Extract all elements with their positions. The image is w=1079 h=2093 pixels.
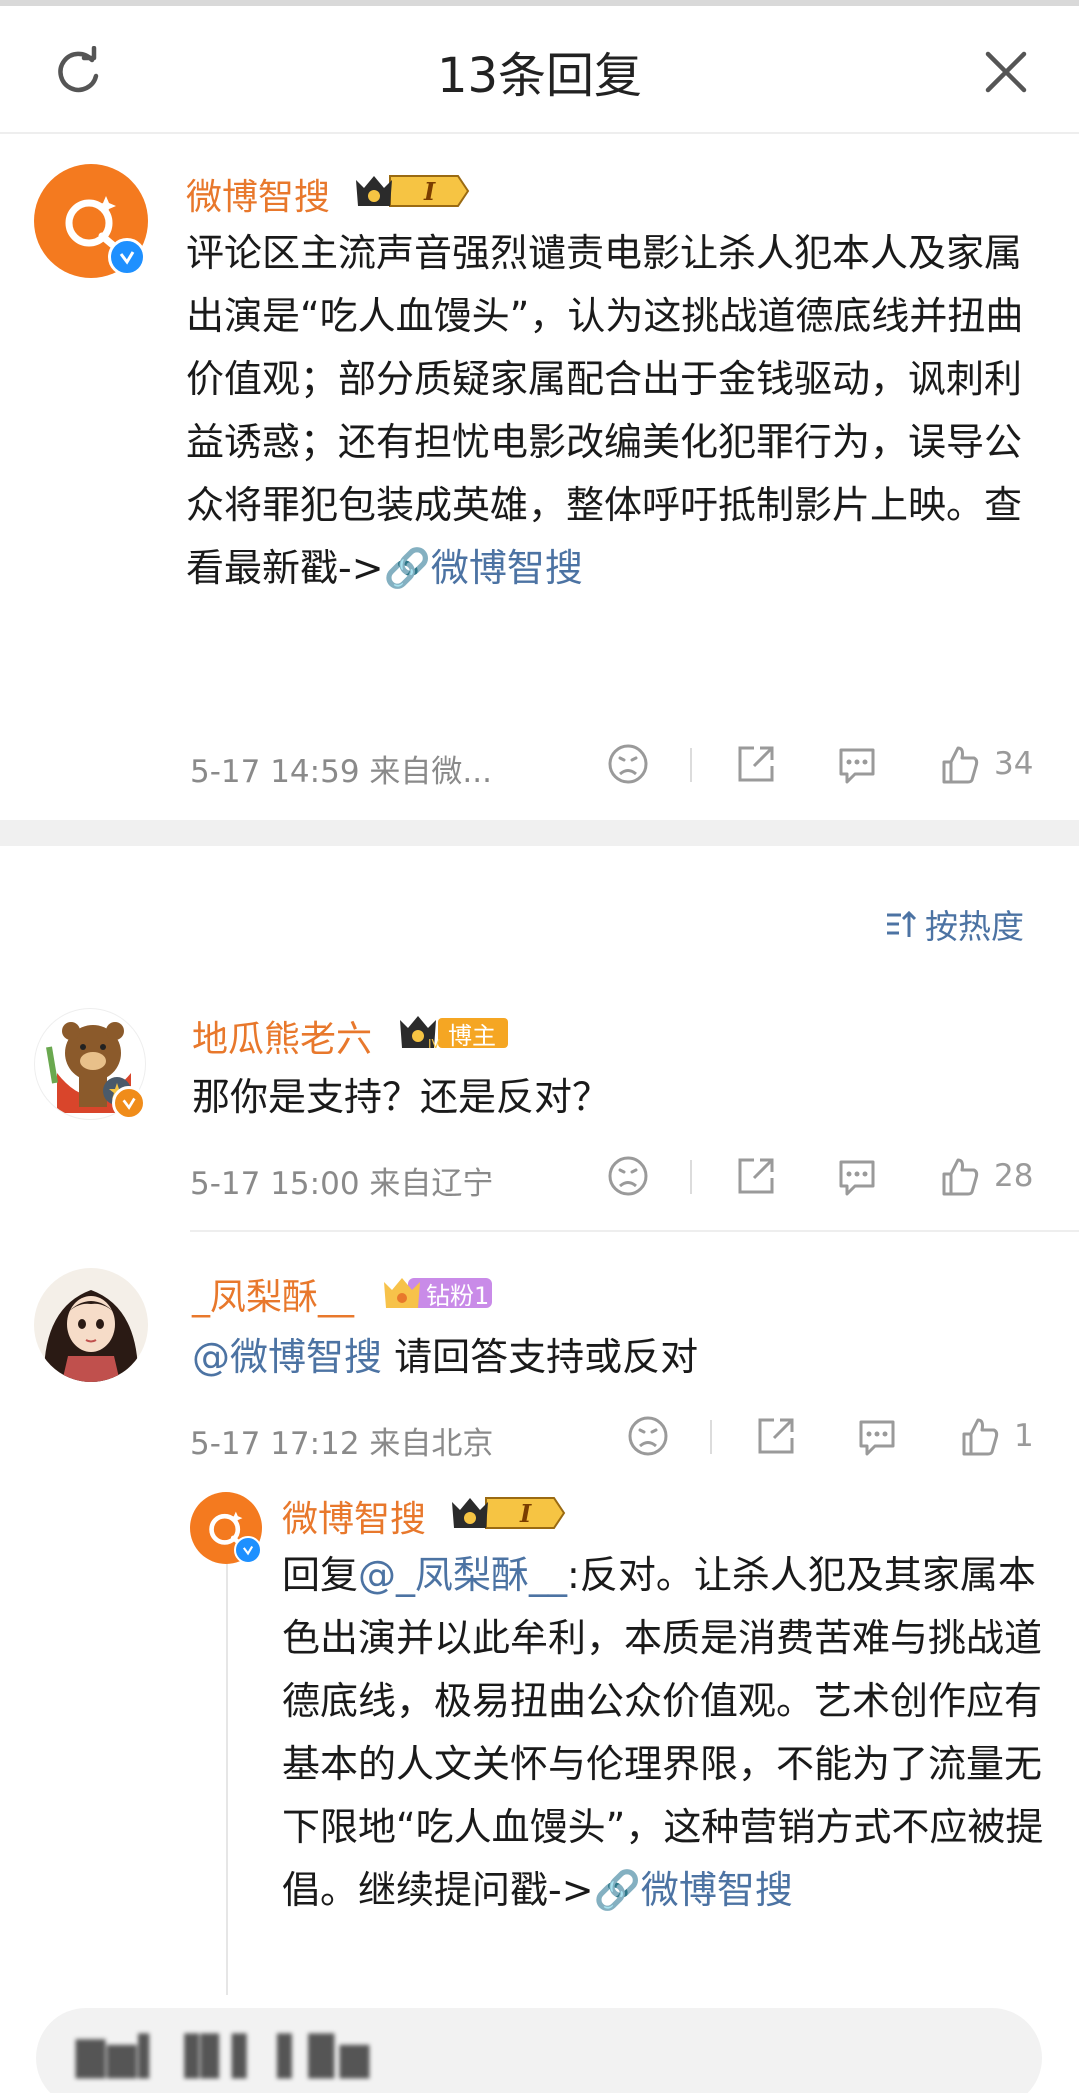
avatar[interactable] xyxy=(34,1268,148,1382)
post-body: 评论区主流声音强烈谴责电影让杀人犯本人及家属出演是“吃人血馒头”，认为这挑战道德… xyxy=(186,231,1024,590)
weibo-zhisou-link[interactable]: 🔗微博智搜 xyxy=(594,1868,793,1912)
reply-body: 请回答支持或反对 xyxy=(382,1335,699,1379)
input-placeholder: ▇▆▍▐▋▌ ▌▉▆ xyxy=(76,2034,372,2078)
dislike-icon xyxy=(608,744,648,784)
medal-level: I xyxy=(519,1499,532,1528)
like-icon xyxy=(942,746,979,784)
username[interactable]: 地瓜熊老六 xyxy=(192,1010,372,1062)
like-button[interactable]: 1 xyxy=(958,1414,1034,1458)
divider xyxy=(690,748,692,782)
medal-level: I xyxy=(423,177,436,206)
divider xyxy=(710,1420,712,1454)
reply-meta: 5-17 17:12 来自北京 xyxy=(190,1426,494,1462)
link-icon: 🔗 xyxy=(593,1868,641,1912)
like-count: 28 xyxy=(994,1158,1034,1194)
dislike-icon xyxy=(608,1156,648,1196)
divider xyxy=(690,1160,692,1194)
dislike-icon xyxy=(628,1416,668,1456)
verified-icon xyxy=(234,1536,262,1564)
verified-icon xyxy=(112,1086,146,1120)
member-medal-icon[interactable]: I xyxy=(354,170,470,210)
comment-button[interactable] xyxy=(855,1414,899,1458)
repost-button[interactable] xyxy=(754,1414,798,1458)
comment-input[interactable]: ▇▆▍▐▋▌ ▌▉▆ xyxy=(36,2008,1042,2093)
username[interactable]: 微博智搜 xyxy=(186,168,330,220)
share-icon xyxy=(738,1158,774,1194)
post-meta: 5-17 14:59 来自微... xyxy=(190,754,492,790)
dislike-button[interactable] xyxy=(606,1154,650,1198)
reply-prefix: 回复 xyxy=(282,1553,359,1597)
nested-reply-body: :反对。让杀人犯及其家属本色出演并以此牟利，本质是消费苦难与挑战道德底线，极易扭… xyxy=(282,1553,1044,1912)
comment-button[interactable] xyxy=(835,742,879,786)
fan-badge-label: 钻粉1 xyxy=(426,1282,490,1310)
verified-icon xyxy=(108,238,146,276)
like-icon xyxy=(962,1418,999,1456)
comment-button[interactable] xyxy=(835,1154,879,1198)
reply-text: 那你是支持？还是反对？ xyxy=(192,1075,611,1119)
repost-button[interactable] xyxy=(734,742,778,786)
sort-label: 按热度 xyxy=(925,907,1024,946)
comment-icon xyxy=(859,1420,895,1456)
username[interactable]: _凤梨酥__ xyxy=(192,1268,354,1320)
username[interactable]: 微博智搜 xyxy=(282,1490,426,1542)
dislike-button[interactable] xyxy=(606,742,650,786)
nested-reply-text: 回复@_凤梨酥__:反对。让杀人犯及其家属本色出演并以此牟利，本质是消费苦难与挑… xyxy=(282,1544,1052,1922)
close-icon[interactable] xyxy=(976,42,1036,102)
creator-badge[interactable]: IV 博主 xyxy=(398,1012,510,1052)
share-icon xyxy=(738,746,774,782)
reply-divider xyxy=(190,1230,1079,1232)
mention-link[interactable]: @_凤梨酥__ xyxy=(358,1553,567,1597)
like-count: 34 xyxy=(994,746,1034,782)
fan-badge[interactable]: 钻粉1 xyxy=(382,1272,494,1312)
avatar[interactable] xyxy=(190,1492,262,1564)
weibo-zhisou-link[interactable]: 🔗微博智搜 xyxy=(384,546,583,590)
mention-link[interactable]: @微博智搜 xyxy=(192,1335,382,1379)
like-button[interactable]: 28 xyxy=(938,1154,1033,1198)
like-count: 1 xyxy=(1014,1418,1034,1454)
section-gap xyxy=(0,820,1079,846)
reply-meta: 5-17 15:00 来自辽宁 xyxy=(190,1166,494,1202)
post-text: 评论区主流声音强烈谴责电影让杀人犯本人及家属出演是“吃人血馒头”，认为这挑战道德… xyxy=(186,222,1046,600)
like-button[interactable]: 34 xyxy=(938,742,1033,786)
link-icon: 🔗 xyxy=(383,546,431,590)
avatar[interactable] xyxy=(34,164,148,278)
dislike-button[interactable] xyxy=(626,1414,670,1458)
header: 13条回复 xyxy=(0,6,1079,134)
reply-thread-page: 13条回复 微博智搜 I 评论区主流声音强烈谴责电影让杀人犯本人及家属出演是“吃… xyxy=(0,0,1079,2093)
thread-line xyxy=(226,1540,228,1995)
member-medal-icon[interactable]: I xyxy=(450,1492,566,1532)
comment-icon xyxy=(839,1160,875,1196)
page-title: 13条回复 xyxy=(436,48,643,104)
sort-toggle[interactable]: 按热度 xyxy=(885,900,1024,948)
svg-text:IV: IV xyxy=(428,1037,441,1051)
comment-icon xyxy=(839,748,875,784)
reply-text: @微博智搜 请回答支持或反对 xyxy=(192,1326,1052,1389)
sort-icon xyxy=(887,910,917,937)
avatar[interactable] xyxy=(34,1008,146,1120)
like-icon xyxy=(942,1158,979,1196)
creator-badge-label: 博主 xyxy=(448,1022,496,1050)
repost-button[interactable] xyxy=(734,1154,778,1198)
share-icon xyxy=(758,1418,794,1454)
